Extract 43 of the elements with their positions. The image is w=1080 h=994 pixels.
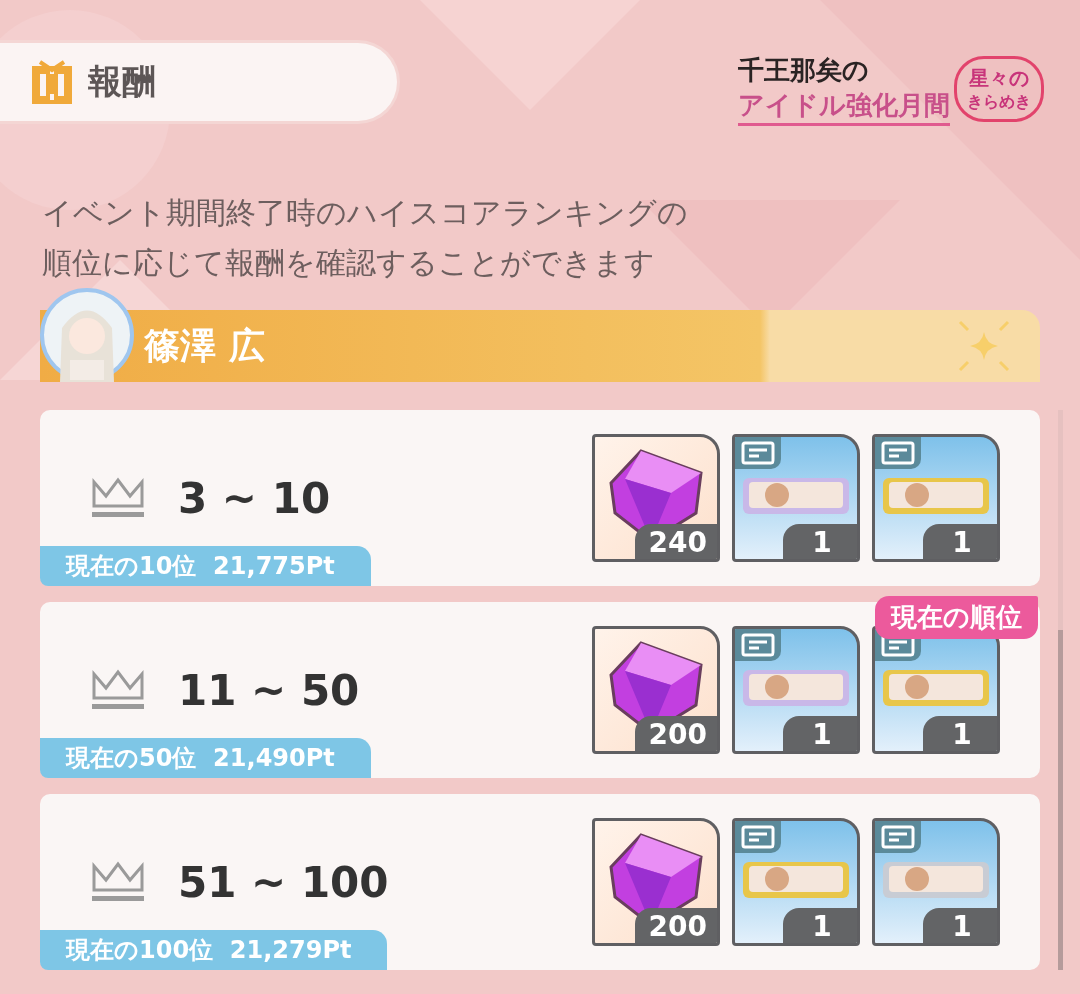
reward-item[interactable]: 1 xyxy=(732,434,860,562)
item-count: 1 xyxy=(923,908,997,943)
logo-text: アイドル強化月間 xyxy=(738,87,950,126)
current-score-label: 現在の10位 21,775Pt xyxy=(40,546,371,586)
crown-icon xyxy=(90,476,146,520)
card-icon xyxy=(735,437,781,469)
card-icon xyxy=(875,437,921,469)
reward-item[interactable]: 1 xyxy=(872,818,1000,946)
idol-name: 篠澤 広 xyxy=(144,323,265,368)
sparkle-icon xyxy=(956,318,1012,374)
reward-item[interactable]: 1 xyxy=(872,434,1000,562)
card-icon xyxy=(735,821,781,853)
rank-range: 11 ~ 50 xyxy=(178,665,360,715)
star-badge: 星々の きらめき xyxy=(954,56,1044,122)
rank-range: 3 ~ 10 xyxy=(178,473,331,523)
item-count: 1 xyxy=(923,524,997,559)
crown-icon xyxy=(90,860,146,904)
current-score-label: 現在の100位 21,279Pt xyxy=(40,930,388,970)
logo-text: 千王那矣の xyxy=(738,53,870,87)
gift-icon xyxy=(32,60,72,104)
current-rank-badge: 現在の順位 xyxy=(875,596,1038,639)
item-count: 1 xyxy=(783,716,857,751)
card-icon xyxy=(875,821,921,853)
reward-item[interactable]: 200 xyxy=(592,626,720,754)
reward-item[interactable]: 200 xyxy=(592,818,720,946)
item-count: 1 xyxy=(783,908,857,943)
reward-item[interactable]: 240 xyxy=(592,434,720,562)
item-count: 1 xyxy=(923,716,997,751)
item-count: 200 xyxy=(634,908,717,943)
item-count: 1 xyxy=(783,524,857,559)
reward-item[interactable]: 1 xyxy=(732,626,860,754)
scrollbar[interactable] xyxy=(1058,410,1063,970)
item-count: 240 xyxy=(634,524,717,559)
reward-item[interactable]: 1 xyxy=(732,818,860,946)
item-count: 200 xyxy=(634,716,717,751)
description-text: イベント期間終了時のハイスコアランキングの xyxy=(42,194,688,232)
crown-icon xyxy=(90,668,146,712)
rank-range: 51 ~ 100 xyxy=(178,857,389,907)
description-text: 順位に応じて報酬を確認することができます xyxy=(42,244,655,282)
current-score-label: 現在の50位 21,490Pt xyxy=(40,738,371,778)
avatar-icon xyxy=(40,288,134,382)
card-icon xyxy=(735,629,781,661)
header-title: 報酬 xyxy=(88,60,156,103)
